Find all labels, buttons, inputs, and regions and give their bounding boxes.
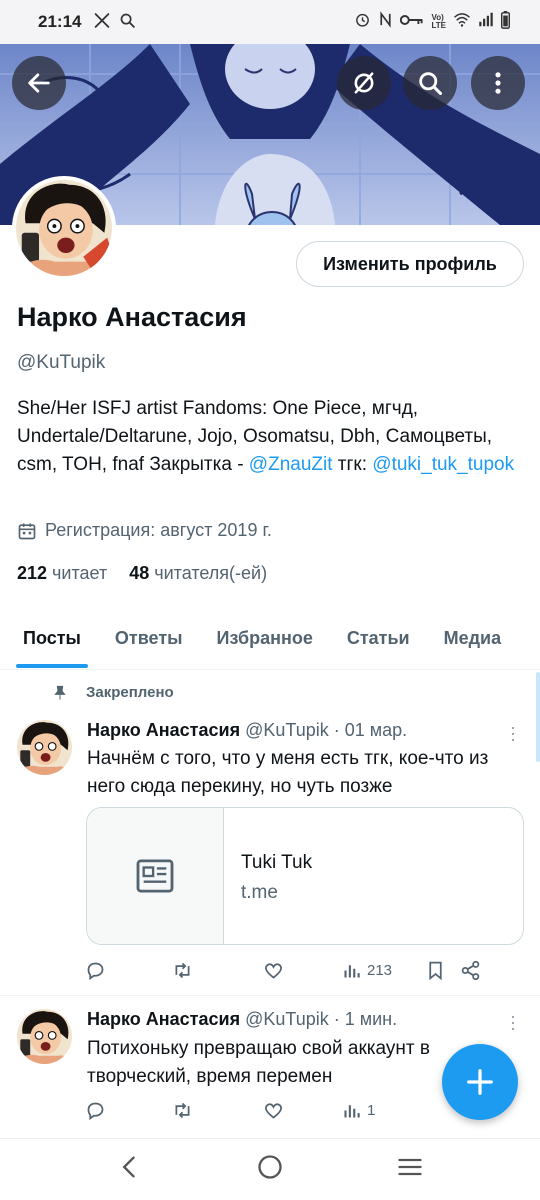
calendar-icon <box>18 523 36 539</box>
tweet-author-handle: @KuTupik <box>245 1009 329 1029</box>
link-card[interactable]: Tuki Tuk t.me <box>86 807 524 945</box>
following-count: 212 <box>17 563 48 583</box>
heart-icon <box>265 963 282 979</box>
reply-icon <box>87 1102 104 1121</box>
followers-label: читателя(-ей) <box>154 563 268 583</box>
tweet-author-handle: @KuTupik <box>245 720 329 740</box>
profile-bio: She/Her ISFJ artist Fandoms: One Piece, … <box>17 395 527 479</box>
card-domain: t.me <box>241 882 278 903</box>
back-button[interactable] <box>12 56 66 110</box>
tab-media[interactable]: Медиа <box>444 612 502 669</box>
article-icon <box>136 859 174 893</box>
heart-icon <box>265 1103 282 1119</box>
signal-icon <box>478 12 494 32</box>
like-button[interactable] <box>263 960 284 981</box>
tweet-divider <box>0 995 540 996</box>
joined-date: Регистрация: август 2019 г. <box>17 520 272 541</box>
tab-likes[interactable]: Избранное <box>217 612 313 669</box>
more-vertical-icon <box>495 72 501 94</box>
hide-button[interactable] <box>337 56 391 110</box>
views-count: 213 <box>367 962 393 979</box>
reply-button[interactable] <box>85 1100 106 1121</box>
retweet-button[interactable] <box>172 960 193 981</box>
bio-text-2: тгк: <box>332 454 373 475</box>
followers-link[interactable]: 48 читателя(-ей) <box>129 563 267 584</box>
nav-back-button[interactable] <box>116 1153 144 1186</box>
chevron-left-icon <box>122 1156 135 1178</box>
views-icon <box>344 1105 360 1118</box>
tab-articles[interactable]: Статьи <box>347 612 410 669</box>
system-nav-bar <box>0 1138 540 1200</box>
tweet-header: Нарко Анастасия @KuTupik · 1 мин. <box>87 1009 397 1030</box>
pinned-text: Закреплено <box>86 684 174 701</box>
views-button[interactable]: 213 <box>342 960 392 981</box>
x-logo-icon <box>93 12 111 33</box>
views-count: 1 <box>367 1102 376 1119</box>
nav-home-button[interactable] <box>256 1153 284 1186</box>
tweet-more-button[interactable]: · · · <box>510 1007 516 1037</box>
plus-icon <box>467 1069 493 1095</box>
card-title: Tuki Tuk <box>241 852 313 873</box>
joined-text: Регистрация: август 2019 г. <box>45 520 272 540</box>
share-button[interactable] <box>460 960 481 981</box>
tweet-avatar[interactable] <box>17 720 72 775</box>
bookmark-icon <box>429 961 442 981</box>
key-icon <box>400 12 424 32</box>
search-icon <box>419 72 443 96</box>
views-button[interactable]: 1 <box>342 1100 375 1121</box>
reply-icon <box>87 962 104 981</box>
bio-channel-link[interactable]: @tuki_tuk_tupok <box>372 454 514 475</box>
tab-posts[interactable]: Посты <box>16 612 88 669</box>
status-bar: 21:14 Vo) LTE <box>0 0 540 44</box>
volte-icon: Vo) LTE <box>431 13 446 30</box>
bio-mention-link[interactable]: @ZnauZit <box>249 454 333 475</box>
compose-button[interactable] <box>442 1044 518 1120</box>
tweet-author-name[interactable]: Нарко Анастасия <box>87 720 240 740</box>
followers-count: 48 <box>129 563 150 583</box>
pinned-label: Закреплено <box>52 684 174 701</box>
follow-stats: 212 читает 48 читателя(-ей) <box>17 563 267 584</box>
tweet-time[interactable]: · 1 мин. <box>334 1009 397 1029</box>
tweet-author-name[interactable]: Нарко Анастасия <box>87 1009 240 1029</box>
share-icon <box>461 960 480 981</box>
nav-recents-button[interactable] <box>396 1153 424 1186</box>
retweet-button[interactable] <box>172 1100 193 1121</box>
bookmark-button[interactable] <box>425 960 446 981</box>
profile-avatar[interactable] <box>12 176 116 280</box>
profile-tabs: Посты Ответы Избранное Статьи Медиа <box>0 612 540 670</box>
reply-button[interactable] <box>85 960 106 981</box>
wifi-icon <box>453 12 471 32</box>
arrow-left-icon <box>28 73 50 93</box>
hide-icon <box>354 72 374 94</box>
recents-icon <box>398 1158 422 1176</box>
card-body: Tuki Tuk t.me <box>224 808 312 944</box>
nfc-icon <box>378 11 393 33</box>
like-button[interactable] <box>263 1100 284 1121</box>
search-icon <box>119 12 136 33</box>
profile-handle: @KuTupik <box>17 352 106 373</box>
tweet-actions: 213 <box>85 960 519 981</box>
views-icon <box>344 965 360 978</box>
more-button[interactable] <box>471 56 525 110</box>
scroll-indicator <box>536 672 540 762</box>
tweet-text: Начнём с того, что у меня есть тгк, кое-… <box>87 748 489 797</box>
retweet-icon <box>175 962 190 979</box>
tweet-avatar[interactable] <box>17 1009 72 1064</box>
alarm-icon <box>354 11 371 33</box>
search-button[interactable] <box>403 56 457 110</box>
status-time: 21:14 <box>38 12 82 31</box>
tweet-header: Нарко Анастасия @KuTupik · 01 мар. <box>87 720 407 741</box>
battery-icon <box>501 10 510 34</box>
tweet-more-button[interactable]: · · · <box>510 718 516 748</box>
tweet-time[interactable]: · 01 мар. <box>334 720 407 740</box>
pin-icon <box>54 685 66 700</box>
following-label: читает <box>52 563 108 583</box>
home-circle-icon <box>258 1155 282 1179</box>
following-link[interactable]: 212 читает <box>17 563 107 584</box>
profile-name: Нарко Анастасия <box>17 302 247 332</box>
retweet-icon <box>175 1102 190 1119</box>
edit-profile-button[interactable]: Изменить профиль <box>296 241 524 287</box>
tab-replies[interactable]: Ответы <box>115 612 183 669</box>
card-thumbnail <box>87 808 224 944</box>
